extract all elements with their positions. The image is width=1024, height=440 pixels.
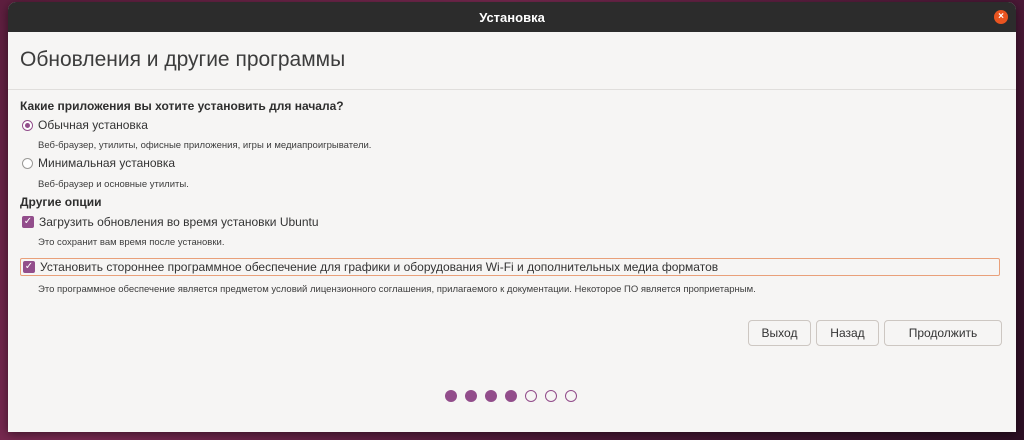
- normal-install-desc: Веб-браузер, утилиты, офисные приложения…: [38, 140, 372, 151]
- minimal-install-radio[interactable]: Минимальная установка: [22, 156, 175, 170]
- progress-dots: [445, 390, 577, 402]
- minimal-install-label: Минимальная установка: [38, 156, 176, 170]
- third-party-checkbox[interactable]: ✓ Установить стороннее программное обесп…: [20, 258, 1000, 276]
- divider: [8, 89, 1016, 90]
- progress-dot: [545, 390, 557, 402]
- page-title: Обновления и другие программы: [20, 48, 346, 71]
- radio-selected-icon[interactable]: [22, 119, 33, 131]
- progress-dot: [525, 390, 537, 402]
- other-options-heading: Другие опции: [20, 195, 102, 209]
- close-icon[interactable]: ×: [994, 10, 1008, 24]
- third-party-desc: Это программное обеспечение является пре…: [38, 284, 756, 295]
- progress-dot: [505, 390, 517, 402]
- download-updates-desc: Это сохранит вам время после установки.: [38, 237, 225, 248]
- window-title: Установка: [479, 9, 545, 25]
- progress-dot: [465, 390, 477, 402]
- normal-install-radio[interactable]: Обычная установка: [22, 118, 148, 132]
- progress-dot: [445, 390, 457, 402]
- back-button[interactable]: Назад: [816, 320, 879, 346]
- third-party-label: Установить стороннее программное обеспеч…: [40, 260, 719, 274]
- continue-button[interactable]: Продолжить: [884, 320, 1002, 346]
- checkbox-checked-icon[interactable]: ✓: [22, 216, 34, 228]
- checkbox-checked-icon[interactable]: ✓: [23, 261, 35, 273]
- progress-dot: [565, 390, 577, 402]
- download-updates-checkbox[interactable]: ✓ Загрузить обновления во время установк…: [22, 215, 319, 229]
- apps-heading: Какие приложения вы хотите установить дл…: [20, 99, 344, 113]
- normal-install-label: Обычная установка: [38, 118, 148, 132]
- installer-window: Установка × Обновления и другие программ…: [8, 2, 1016, 432]
- minimal-install-desc: Веб-браузер и основные утилиты.: [38, 179, 189, 190]
- download-updates-label: Загрузить обновления во время установки …: [39, 215, 319, 229]
- quit-button[interactable]: Выход: [748, 320, 811, 346]
- title-bar: Установка ×: [8, 2, 1016, 32]
- radio-unselected-icon[interactable]: [22, 157, 33, 169]
- progress-dot: [485, 390, 497, 402]
